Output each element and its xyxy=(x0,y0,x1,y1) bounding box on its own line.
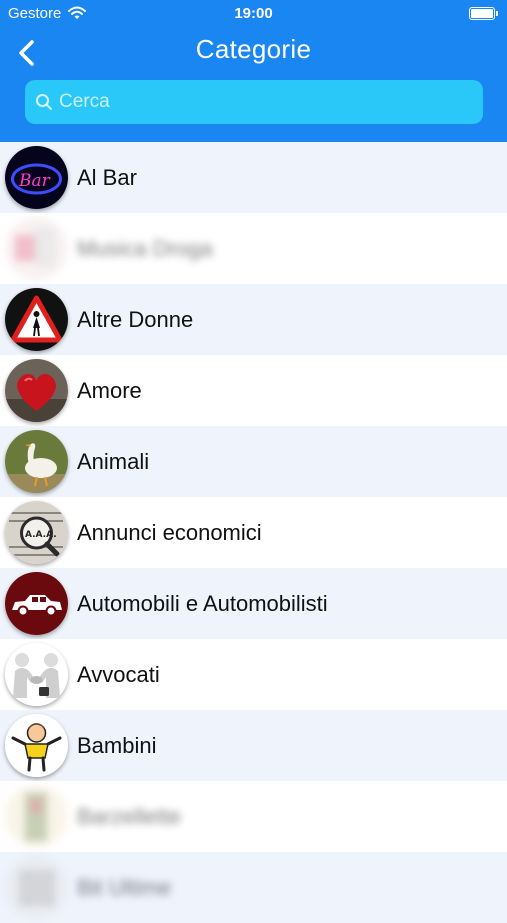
search-bar[interactable] xyxy=(25,80,483,124)
list-item-label: Barzellette xyxy=(77,804,181,829)
clock: 19:00 xyxy=(234,5,273,22)
list-item-animali[interactable]: Animali xyxy=(0,426,507,497)
list-item-annunci-economici[interactable]: A.A.A. Annunci economici xyxy=(0,497,507,568)
list-item-label: Amore xyxy=(77,378,142,403)
child-icon xyxy=(5,714,68,777)
neon-bar-sign-icon: Bar xyxy=(5,146,68,209)
page-title: Categorie xyxy=(195,34,312,64)
list-item-altre-donne[interactable]: Altre Donne xyxy=(0,284,507,355)
blurred-icon xyxy=(5,785,68,848)
search-icon xyxy=(36,94,52,110)
list-item-label: Animali xyxy=(77,449,150,474)
list-item-label: Annunci economici xyxy=(77,520,262,545)
list-item-al-bar[interactable]: Bar Al Bar xyxy=(0,142,507,213)
blurred-icon xyxy=(5,217,68,280)
navigation-header: Gestore 19:00 Categorie xyxy=(0,0,507,142)
handshake-icon xyxy=(5,643,68,706)
car-icon xyxy=(5,572,68,635)
list-item-label: Al Bar xyxy=(77,165,137,190)
list-item-avvocati[interactable]: Avvocati xyxy=(0,639,507,710)
blurred-icon xyxy=(5,856,68,919)
list-item-amore[interactable]: Amore xyxy=(0,355,507,426)
list-item-bambini[interactable]: Bambini xyxy=(0,710,507,781)
category-list: Bar Al Bar Musica Droga Altre Donne Amor… xyxy=(0,142,507,923)
list-item-label: Avvocati xyxy=(77,662,160,687)
svg-text:Bar: Bar xyxy=(18,171,51,191)
status-bar: Gestore 19:00 xyxy=(0,0,507,28)
list-item-label: Musica Droga xyxy=(77,236,213,261)
list-item-blurred[interactable]: Bit Ultime xyxy=(0,852,507,923)
list-item-label: Altre Donne xyxy=(77,307,194,332)
search-input[interactable] xyxy=(59,91,459,113)
list-item-automobili[interactable]: Automobili e Automobilisti xyxy=(0,568,507,639)
list-item-label: Bit Ultime xyxy=(77,875,172,900)
magnifier-aaa-icon: A.A.A. xyxy=(5,501,68,564)
list-item-label: Bambini xyxy=(77,733,157,758)
battery-icon xyxy=(469,7,498,20)
heart-icon xyxy=(5,359,68,422)
list-item-label: Automobili e Automobilisti xyxy=(77,591,328,616)
list-item-blurred[interactable]: Barzellette xyxy=(0,781,507,852)
goose-icon xyxy=(5,430,68,493)
svg-text:A.A.A.: A.A.A. xyxy=(25,530,57,540)
list-item-blurred[interactable]: Musica Droga xyxy=(0,213,507,284)
warning-sign-woman-icon xyxy=(5,288,68,351)
